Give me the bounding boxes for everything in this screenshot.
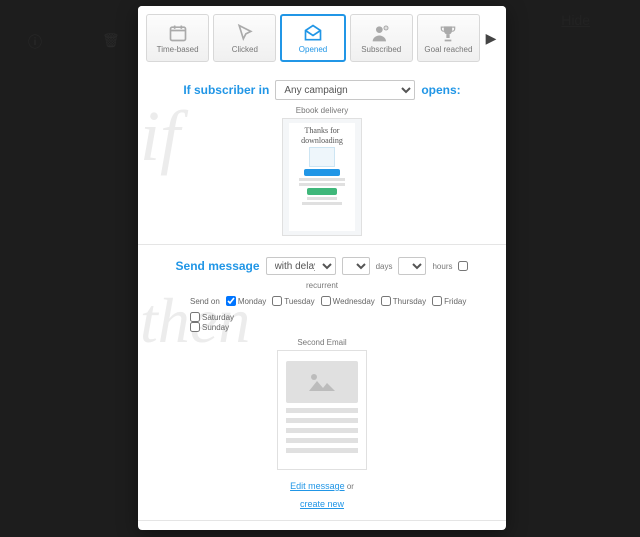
day-friday-checkbox[interactable]	[432, 296, 442, 306]
day-sunday-checkbox[interactable]	[190, 322, 200, 332]
days-label: days	[376, 262, 393, 271]
day-label: Wednesday	[333, 297, 375, 306]
tab-goal-reached[interactable]: Goal reached	[417, 14, 480, 62]
tab-label: Goal reached	[424, 45, 472, 54]
email-thumb: Thanks for downloading	[282, 118, 362, 236]
sendon-row: Send on Monday Tuesday Wednesday Thursda…	[158, 296, 486, 322]
thumb-btn	[304, 169, 340, 176]
cursor-icon	[235, 23, 255, 43]
day-label: Saturday	[202, 313, 234, 322]
tabs-next-arrow[interactable]: ▶	[484, 30, 498, 47]
delay-mode-select[interactable]: with delay of	[266, 257, 336, 275]
day-label: Friday	[444, 297, 466, 306]
day-tuesday-checkbox[interactable]	[272, 296, 282, 306]
if-watermark: if	[140, 108, 180, 166]
template-line	[286, 408, 358, 413]
footer: Autoresponder name Save Save and publish…	[138, 520, 506, 530]
day-monday-checkbox[interactable]	[226, 296, 236, 306]
thumb-box	[309, 147, 335, 167]
preview-title: Ebook delivery	[282, 106, 362, 115]
template-line	[286, 428, 358, 433]
tab-time-based[interactable]: Time-based	[146, 14, 209, 62]
edit-message-link[interactable]: Edit message	[290, 481, 345, 491]
or-text: or	[345, 482, 354, 491]
tab-clicked[interactable]: Clicked	[213, 14, 276, 62]
autoresponder-modal: Time-based Clicked Opened Subscribed Goa…	[138, 6, 506, 530]
thumb-btn	[307, 188, 337, 195]
envelope-open-icon	[303, 23, 323, 43]
day-thursday-checkbox[interactable]	[381, 296, 391, 306]
tab-label: Subscribed	[361, 45, 401, 54]
image-placeholder-icon	[286, 361, 358, 403]
template-thumb[interactable]	[277, 350, 367, 470]
day-saturday-checkbox[interactable]	[190, 312, 200, 322]
thumb-text: Thanks for	[305, 127, 340, 135]
day-label: Monday	[238, 297, 266, 306]
day-label: Thursday	[393, 297, 426, 306]
if-label: If subscriber in	[183, 83, 269, 97]
hours-label: hours	[432, 262, 452, 271]
if-suffix: opens:	[421, 83, 460, 97]
recurrent-checkbox[interactable]	[458, 261, 468, 271]
trophy-icon	[438, 23, 458, 43]
trigger-tabs: Time-based Clicked Opened Subscribed Goa…	[138, 6, 506, 68]
template-title: Second Email	[277, 338, 367, 347]
template-line	[286, 418, 358, 423]
tab-subscribed[interactable]: Subscribed	[350, 14, 413, 62]
template-line	[286, 448, 358, 453]
days-select[interactable]: 1	[342, 257, 370, 275]
day-label: Sunday	[202, 323, 229, 332]
campaign-select[interactable]: Any campaign	[275, 80, 415, 100]
recurrent-label: recurrent	[306, 281, 338, 290]
if-preview[interactable]: Ebook delivery Thanks for downloading	[282, 106, 362, 236]
if-section: if If subscriber in Any campaign opens: …	[138, 68, 506, 244]
thumb-line	[302, 202, 342, 205]
day-wednesday-checkbox[interactable]	[321, 296, 331, 306]
tab-label: Time-based	[157, 45, 199, 54]
create-new-link[interactable]: create new	[300, 499, 344, 509]
tab-opened[interactable]: Opened	[280, 14, 345, 62]
tab-label: Clicked	[232, 45, 258, 54]
calendar-icon	[168, 23, 188, 43]
then-template: Second Email Edit message or create new	[277, 338, 367, 512]
sendon-label: Send on	[190, 297, 220, 306]
tab-label: Opened	[299, 45, 327, 54]
day-label: Tuesday	[284, 297, 314, 306]
thumb-line	[299, 178, 345, 181]
then-label: Send message	[176, 259, 260, 273]
then-section: then Send message with delay of 1 days 0…	[138, 244, 506, 520]
template-line	[286, 438, 358, 443]
thumb-line	[299, 183, 345, 186]
user-plus-icon	[371, 23, 391, 43]
thumb-line	[307, 197, 337, 200]
hours-select[interactable]: 0	[398, 257, 426, 275]
thumb-text: downloading	[301, 137, 343, 145]
